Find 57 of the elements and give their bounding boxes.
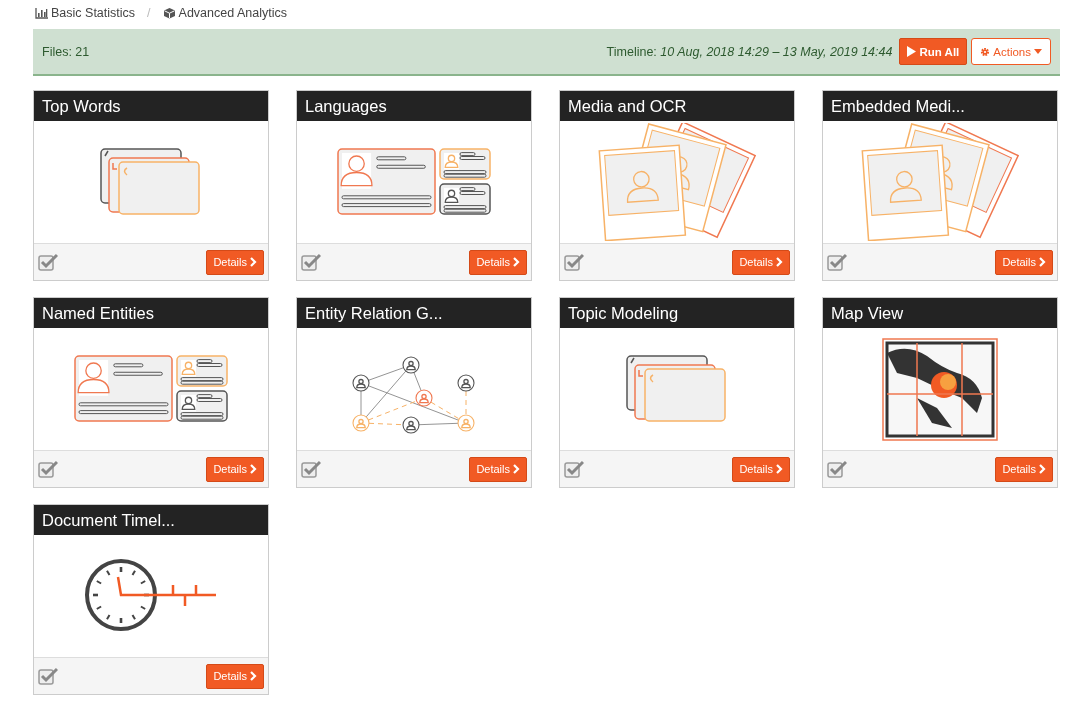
details-button[interactable]: Details	[995, 456, 1053, 482]
checkbox[interactable]	[564, 460, 584, 478]
bar-chart-icon	[35, 7, 48, 19]
breadcrumb-link[interactable]: Advanced Analytics	[162, 6, 287, 20]
person-node	[402, 356, 420, 374]
person-node	[457, 374, 475, 392]
details-button[interactable]: Details	[995, 249, 1053, 275]
run-all-button[interactable]: Run All	[899, 38, 968, 65]
card-title: Map View	[823, 298, 1057, 328]
chevron-icon	[250, 257, 257, 267]
cube-icon	[162, 7, 176, 19]
details-button[interactable]: Details	[206, 456, 264, 482]
checkbox[interactable]	[301, 460, 321, 478]
play-icon	[907, 46, 917, 57]
card-title: Top Words	[34, 91, 268, 121]
checkbox[interactable]	[301, 253, 321, 271]
card-title: Languages	[297, 91, 531, 121]
card-title: Embedded Medi...	[823, 91, 1057, 121]
chevron-icon	[1039, 257, 1046, 267]
checkbox[interactable]	[827, 253, 847, 271]
checkbox[interactable]	[38, 253, 58, 271]
file-count: Files: 21	[42, 44, 91, 59]
chevron-icon	[776, 257, 783, 267]
chevron-icon	[250, 464, 257, 474]
checkbox[interactable]	[827, 460, 847, 478]
person-node	[352, 414, 370, 432]
chevron-icon	[776, 464, 783, 474]
person-node	[402, 416, 420, 434]
details-button[interactable]: Details	[732, 249, 790, 275]
card-title: Named Entities	[34, 298, 268, 328]
details-button[interactable]: Details	[469, 249, 527, 275]
caret-icon	[1034, 49, 1042, 54]
person-node	[457, 414, 475, 432]
card-title: Document Timel...	[34, 505, 268, 535]
card-title: Topic Modeling	[560, 298, 794, 328]
details-button[interactable]: Details	[732, 456, 790, 482]
checkbox[interactable]	[38, 667, 58, 685]
card-title: Entity Relation G...	[297, 298, 531, 328]
breadcrumb-separator: /	[147, 6, 151, 20]
checkbox[interactable]	[38, 460, 58, 478]
person-node	[352, 374, 370, 392]
actions-button[interactable]: Actions	[971, 38, 1051, 65]
checkbox[interactable]	[564, 253, 584, 271]
person-node	[415, 389, 433, 407]
timeline-range: Timeline: 10 Aug, 2018 14:29 – 13 May, 2019 14:44	[606, 44, 893, 59]
chevron-icon	[513, 464, 520, 474]
chevron-icon	[1039, 464, 1046, 474]
breadcrumb-link[interactable]: Basic Statistics	[35, 6, 136, 20]
gear-icon	[980, 46, 991, 57]
connection-line	[465, 390, 467, 416]
details-button[interactable]: Details	[206, 249, 264, 275]
chevron-icon	[513, 257, 520, 267]
details-button[interactable]: Details	[206, 663, 264, 689]
chevron-icon	[250, 671, 257, 681]
card-title: Media and OCR	[560, 91, 794, 121]
details-button[interactable]: Details	[469, 456, 527, 482]
connection-line	[360, 390, 362, 416]
